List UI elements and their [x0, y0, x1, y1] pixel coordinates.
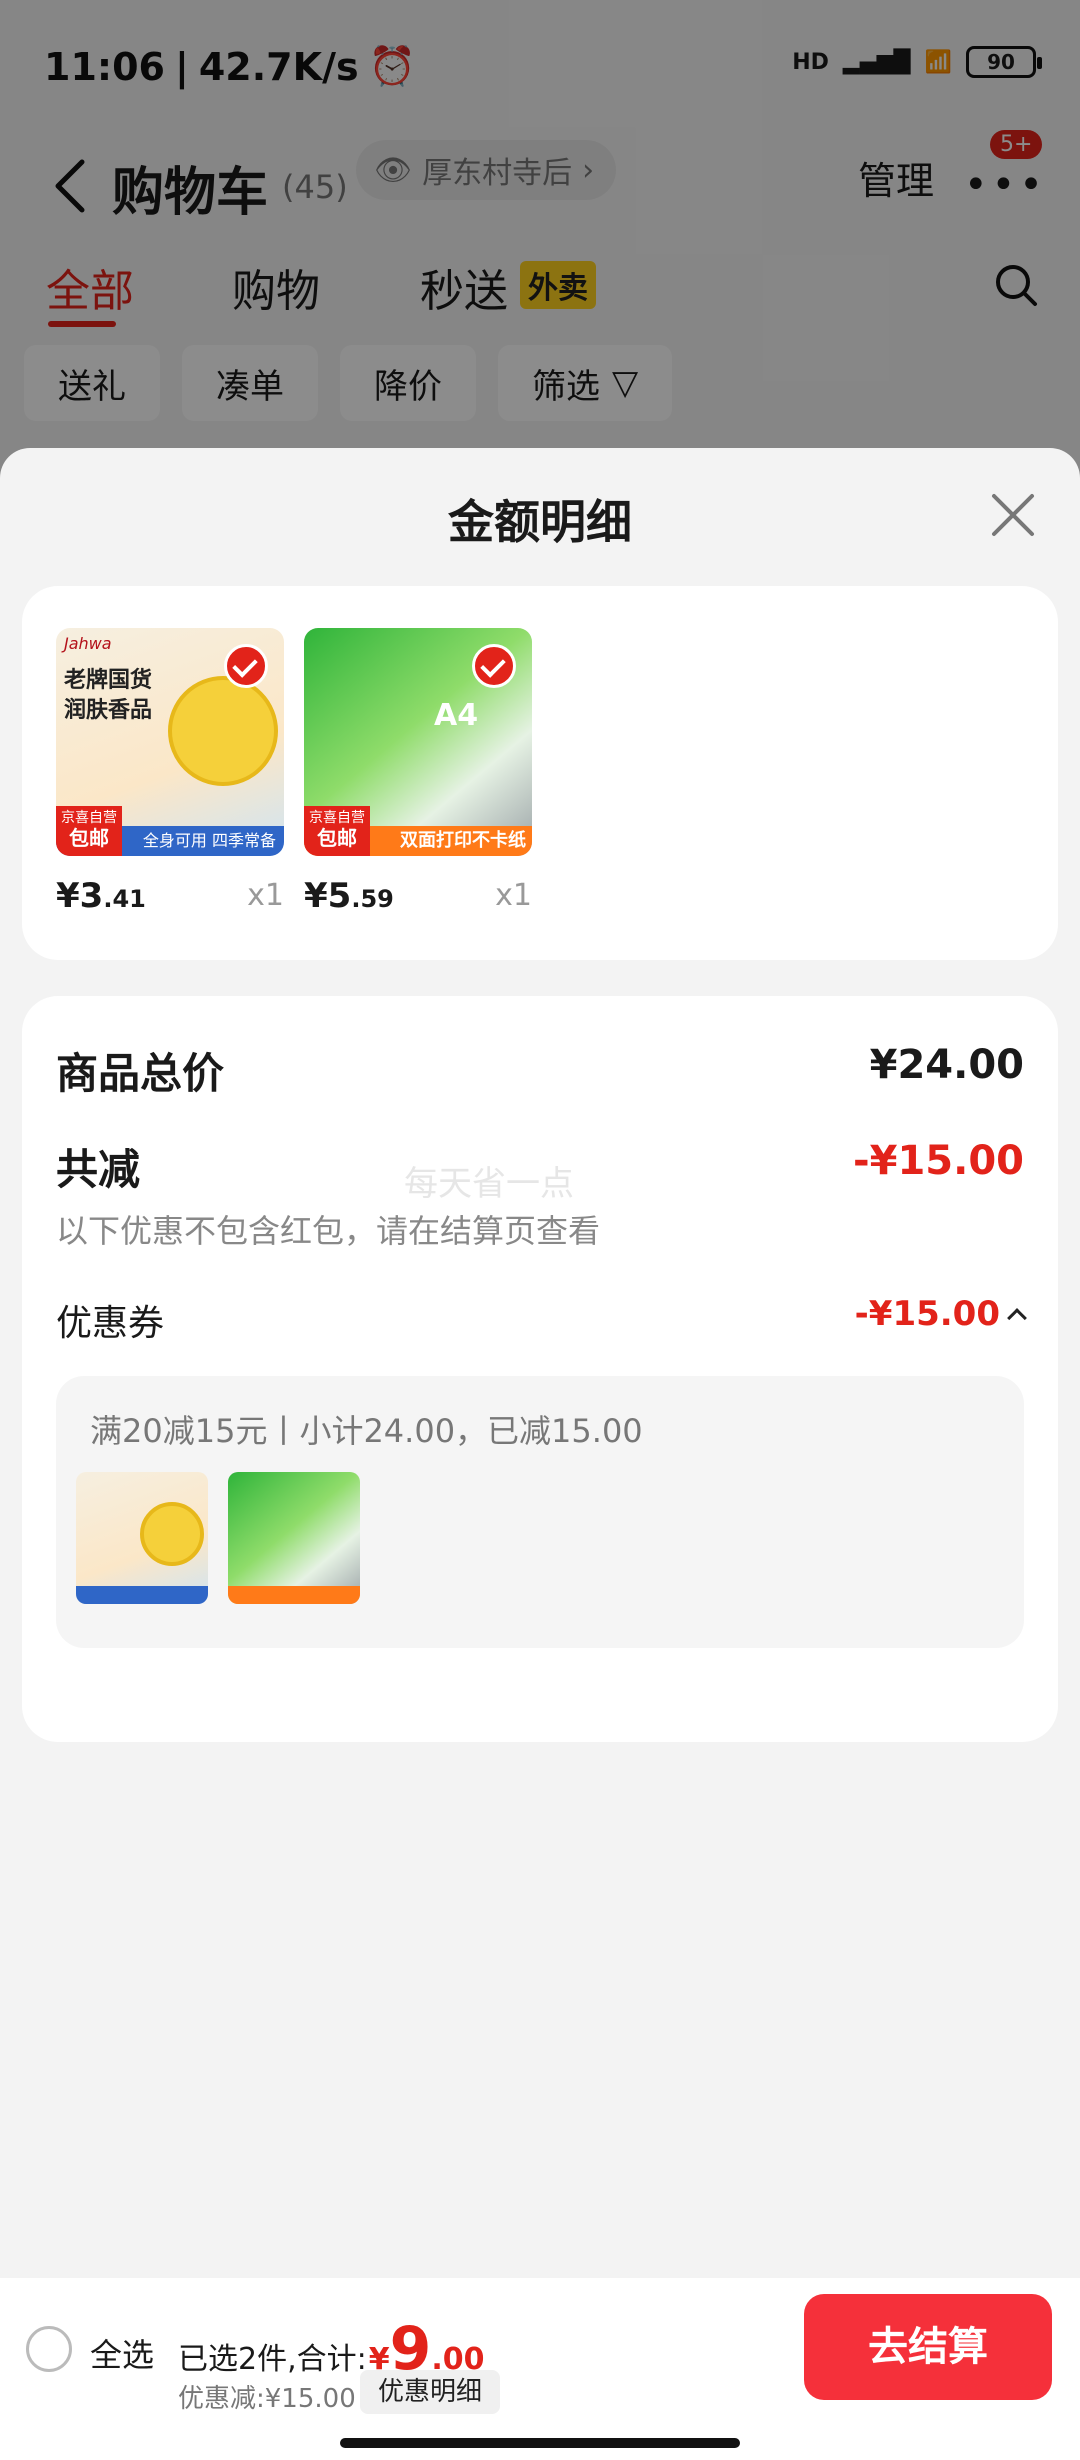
- product-quantity: x1: [495, 878, 532, 913]
- reduction-value: -¥15.00: [853, 1138, 1024, 1184]
- product-jar: [140, 1502, 204, 1566]
- checkout-bar: 全选 已选2件,合计: ¥ 9 .00 优惠减:¥15.00 优惠明细 去结算: [0, 2278, 1080, 2460]
- watermark-text: 每天省一点: [404, 1164, 574, 1204]
- jd-tag-top: 京喜自营: [309, 810, 365, 826]
- selected-summary: 已选2件,合计:: [178, 2342, 367, 2377]
- coupon-value: -¥15.00: [854, 1294, 1000, 1334]
- jd-tag-bottom: 包邮: [317, 826, 357, 850]
- jd-tag: 京喜自营 包邮: [304, 806, 370, 856]
- price-dec: .41: [103, 885, 146, 913]
- checked-icon: [224, 644, 268, 688]
- product-image-a4-paper: [228, 1472, 360, 1604]
- price-dec: .59: [351, 885, 394, 913]
- product-label: A4: [434, 698, 479, 733]
- reduction-note: 以下优惠不包含红包，请在结算页查看: [56, 1212, 601, 1250]
- select-all-label[interactable]: 全选: [90, 2330, 154, 2376]
- brand-logo: Jahwa: [64, 634, 112, 653]
- product-jar: [168, 676, 278, 786]
- checked-icon: [472, 644, 516, 688]
- product-item[interactable]: A4 双面打印不卡纸 京喜自营 包邮 ¥5.59 x1: [304, 628, 532, 916]
- product-strip: [76, 1586, 208, 1604]
- total-price-value: ¥24.00: [869, 1042, 1024, 1088]
- product-strip: [228, 1586, 360, 1604]
- price-breakdown-card: 商品总价 ¥24.00 共减 -¥15.00 每天省一点 以下优惠不包含红包，请…: [22, 996, 1058, 1742]
- discount-summary: 优惠减:¥15.00: [178, 2384, 356, 2414]
- coupon-description: 满20减15元丨小计24.00，已减15.00: [90, 1412, 643, 1450]
- price-int: ¥5: [304, 876, 352, 916]
- chevron-up-icon: [1007, 1308, 1027, 1328]
- headline-line1: 老牌国货: [64, 668, 153, 693]
- product-item[interactable]: Jahwa 老牌国货 润肤香品 全身可用 四季常备 京喜自营 包邮 ¥3.41 x1: [56, 628, 284, 916]
- select-all-checkbox[interactable]: [26, 2326, 72, 2372]
- product-thumbnail: Jahwa 老牌国货 润肤香品 全身可用 四季常备 京喜自营 包邮: [56, 628, 284, 856]
- coupon-product-thumbnail: [76, 1472, 208, 1604]
- total-price-label: 商品总价: [56, 1049, 225, 1098]
- product-headline: 老牌国货 润肤香品: [64, 666, 152, 726]
- close-icon[interactable]: [990, 492, 1036, 538]
- jd-tag-bottom: 包邮: [69, 826, 109, 850]
- checkout-button[interactable]: 去结算: [804, 2294, 1052, 2400]
- headline-line2: 润肤香品: [64, 698, 153, 723]
- reduction-label: 共减: [56, 1145, 141, 1194]
- discount-detail-button[interactable]: 优惠明细: [360, 2370, 501, 2414]
- product-thumbnail: A4 双面打印不卡纸 京喜自营 包邮: [304, 628, 532, 856]
- amount-detail-sheet: 金额明细 Jahwa 老牌国货 润肤香品 全身可用 四季常备 京喜自营 包邮 ¥3.…: [0, 448, 1080, 2460]
- product-price: ¥3.41: [56, 876, 146, 916]
- coupon-detail-box: 满20减15元丨小计24.00，已减15.00: [56, 1376, 1024, 1648]
- coupon-product-thumbnail: [228, 1472, 360, 1604]
- product-quantity: x1: [247, 878, 284, 913]
- sheet-title: 金额明细: [448, 495, 632, 549]
- product-image-lotion: [76, 1472, 208, 1604]
- coupon-toggle[interactable]: -¥15.00: [854, 1294, 1027, 1334]
- jd-tag-top: 京喜自营: [61, 810, 117, 826]
- jd-tag: 京喜自营 包邮: [56, 806, 122, 856]
- product-price: ¥5.59: [304, 876, 394, 916]
- coupon-label: 优惠券: [56, 1303, 165, 1344]
- home-indicator: [340, 2438, 740, 2448]
- selected-products-card: Jahwa 老牌国货 润肤香品 全身可用 四季常备 京喜自营 包邮 ¥3.41 x1…: [22, 586, 1058, 960]
- price-int: ¥3: [56, 876, 104, 916]
